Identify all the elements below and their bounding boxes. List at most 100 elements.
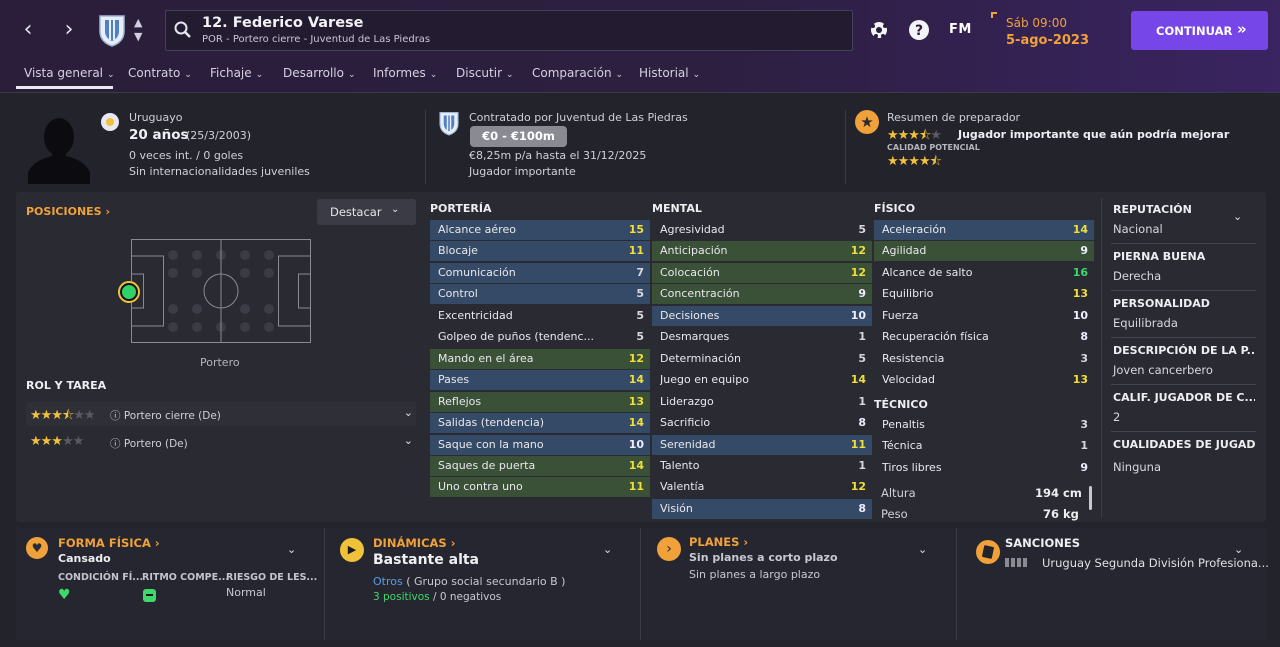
role-stars: ★★★★★ (30, 434, 84, 449)
chevron-down-icon[interactable]: ⌄ (603, 543, 612, 556)
attribute-value: 9 (1080, 244, 1088, 258)
attribute-row-porteria[interactable]: Blocaje 11 (430, 241, 650, 262)
attribute-value: 12 (850, 265, 866, 279)
attribute-row-tecnico[interactable]: Penaltis 3 (874, 415, 1094, 435)
chevron-down-icon[interactable]: ⌄ (1233, 210, 1242, 223)
forward-arrow-icon[interactable]: › (55, 16, 83, 44)
rating-value: 2 (1113, 410, 1121, 424)
attribute-row-porteria[interactable]: Uno contra uno 11 (430, 477, 650, 498)
attribute-row-fisico[interactable]: Resistencia 3 (874, 349, 1094, 369)
attribute-row-tecnico[interactable]: Tiros libres 9 (874, 458, 1094, 478)
attribute-row-mental[interactable]: Agresividad 5 (652, 220, 872, 240)
attribute-row-porteria[interactable]: Pases 14 (430, 370, 650, 391)
tab-desarrollo[interactable]: Desarrollo ⌄ (283, 66, 356, 80)
attribute-name: Anticipación (660, 244, 728, 258)
attribute-row-porteria[interactable]: Mando en el área 12 (430, 348, 650, 369)
positives: 3 positivos (373, 591, 430, 603)
attribute-row-fisico[interactable]: Alcance de salto 16 (874, 263, 1094, 283)
highlight-dropdown[interactable]: Destacar ⌄ (317, 199, 416, 225)
attribute-row-mental[interactable]: Juego en equipo 14 (652, 370, 872, 390)
attribute-row-mental[interactable]: Valentía 12 (652, 477, 872, 497)
chevron-down-icon: ⌄ (107, 70, 115, 80)
attribute-row-fisico[interactable]: Recuperación física 8 (874, 327, 1094, 347)
search-icon[interactable] (174, 20, 192, 40)
chevron-down-icon: ⌄ (391, 204, 400, 215)
attribute-row-mental[interactable]: Desmarques 1 (652, 327, 872, 347)
chevron-down-icon: ⌄ (429, 70, 438, 80)
attribute-row-porteria[interactable]: Saques de puerta 14 (430, 455, 650, 476)
chevron-down-icon[interactable]: ⌄ (287, 543, 296, 556)
attribute-row-fisico[interactable]: Agilidad 9 (874, 241, 1094, 262)
attribute-row-fisico[interactable]: Fuerza 10 (874, 306, 1094, 326)
attribute-name: Blocaje (438, 244, 478, 258)
social-group-link[interactable]: Otros (373, 575, 403, 588)
youth-caps: Sin internacionalidades juveniles (129, 165, 310, 178)
play-icon: ▶ (340, 538, 364, 562)
tab-fichaje[interactable]: Fichaje ⌄ (210, 66, 263, 80)
attribute-row-porteria[interactable]: Alcance aéreo 15 (430, 220, 650, 240)
attribute-value: 5 (636, 287, 644, 301)
fitness-title-text: FORMA FÍSICA (58, 536, 151, 550)
attribute-row-porteria[interactable]: Salidas (tendencia) 14 (430, 413, 650, 434)
attribute-name: Agilidad (882, 244, 927, 258)
club-crest-icon[interactable] (96, 13, 128, 47)
chevron-down-icon[interactable]: ⌄ (1234, 543, 1243, 556)
divider (425, 110, 426, 184)
mental-title: MENTAL (652, 202, 702, 215)
tab-discutir[interactable]: Discutir ⌄ (456, 66, 514, 80)
attribute-row-mental[interactable]: Sacrificio 8 (652, 413, 872, 433)
attribute-row-tecnico[interactable]: Técnica 1 (874, 436, 1094, 456)
ball-icon[interactable] (868, 19, 890, 41)
attribute-row-mental[interactable]: Visión 8 (652, 498, 872, 519)
attribute-row-porteria[interactable]: Control 5 (430, 284, 650, 305)
attribute-value: 5 (858, 223, 866, 236)
tab-historial[interactable]: Historial ⌄ (639, 66, 700, 80)
chevron-down-icon[interactable]: ⌄ (918, 543, 927, 556)
attribute-value: 16 (1072, 265, 1088, 279)
previous-player-icon[interactable]: ▲ (134, 16, 142, 29)
attribute-row-mental[interactable]: Liderazgo 1 (652, 392, 872, 412)
tab-contrato[interactable]: Contrato ⌄ (128, 66, 192, 80)
attribute-row-porteria[interactable]: Saque con la mano 10 (430, 434, 650, 455)
tab-vista-general[interactable]: Vista general ⌄ (24, 66, 115, 80)
player-title-box[interactable]: 12. Federico Varese POR - Portero cierre… (165, 10, 853, 51)
positions-title[interactable]: POSICIONES › (26, 205, 110, 218)
double-chevron-icon: » (1237, 20, 1247, 38)
attribute-row-mental[interactable]: Anticipación 12 (652, 241, 872, 262)
tab-informes[interactable]: Informes ⌄ (373, 66, 437, 80)
dynamics-title[interactable]: DINÁMICAS › (373, 536, 455, 550)
uruguay-flag-icon (101, 113, 119, 131)
fitness-title[interactable]: FORMA FÍSICA › (58, 536, 160, 550)
next-player-icon[interactable]: ▼ (134, 30, 142, 43)
attribute-row-mental[interactable]: Talento 1 (652, 456, 872, 476)
attribute-row-mental[interactable]: Serenidad 11 (652, 434, 872, 455)
tab-comparacion[interactable]: Comparación ⌄ (532, 66, 623, 80)
help-icon[interactable]: ? (908, 19, 930, 41)
plans-title[interactable]: PLANES › (689, 535, 748, 549)
chevron-down-icon[interactable]: ⌄ (404, 406, 413, 419)
attribute-row-mental[interactable]: Colocación 12 (652, 262, 872, 283)
role-row-portero-cierre[interactable]: ★★★⯪★★ ⓘ Portero cierre (De) ⌄ (26, 402, 416, 426)
continue-button[interactable]: CONTINUAR » (1131, 11, 1268, 50)
attribute-row-fisico[interactable]: Equilibrio 13 (874, 284, 1094, 304)
fm-logo[interactable]: FM (949, 22, 972, 37)
attribute-row-porteria[interactable]: Reflejos 13 (430, 391, 650, 412)
chevron-down-icon[interactable]: ⌄ (404, 434, 413, 447)
back-arrow-icon[interactable]: ‹ (14, 16, 42, 44)
role-row-portero[interactable]: ★★★★★ ⓘ Portero (De) ⌄ (26, 430, 416, 454)
attribute-row-fisico[interactable]: Velocidad 13 (874, 370, 1094, 390)
attribute-row-fisico[interactable]: Aceleración 14 (874, 220, 1094, 240)
attribute-value: 14 (850, 373, 866, 387)
scrollbar[interactable] (1089, 486, 1092, 510)
attribute-row-porteria[interactable]: Golpeo de puños (tendenc... 5 (430, 327, 650, 347)
transfer-value-pill[interactable]: €0 - €100m (470, 126, 567, 147)
positions-title-text: POSICIONES (26, 205, 102, 218)
attribute-row-porteria[interactable]: Excentricidad 5 (430, 306, 650, 326)
porteria-title: PORTERÍA (430, 202, 492, 215)
attribute-row-mental[interactable]: Decisiones 10 (652, 305, 872, 326)
attribute-row-mental[interactable]: Determinación 5 (652, 349, 872, 369)
attribute-row-porteria[interactable]: Comunicación 7 (430, 262, 650, 283)
relationships: 3 positivos / 0 negativos (373, 591, 501, 603)
attribute-value: 13 (628, 394, 644, 408)
attribute-row-mental[interactable]: Concentración 9 (652, 284, 872, 305)
